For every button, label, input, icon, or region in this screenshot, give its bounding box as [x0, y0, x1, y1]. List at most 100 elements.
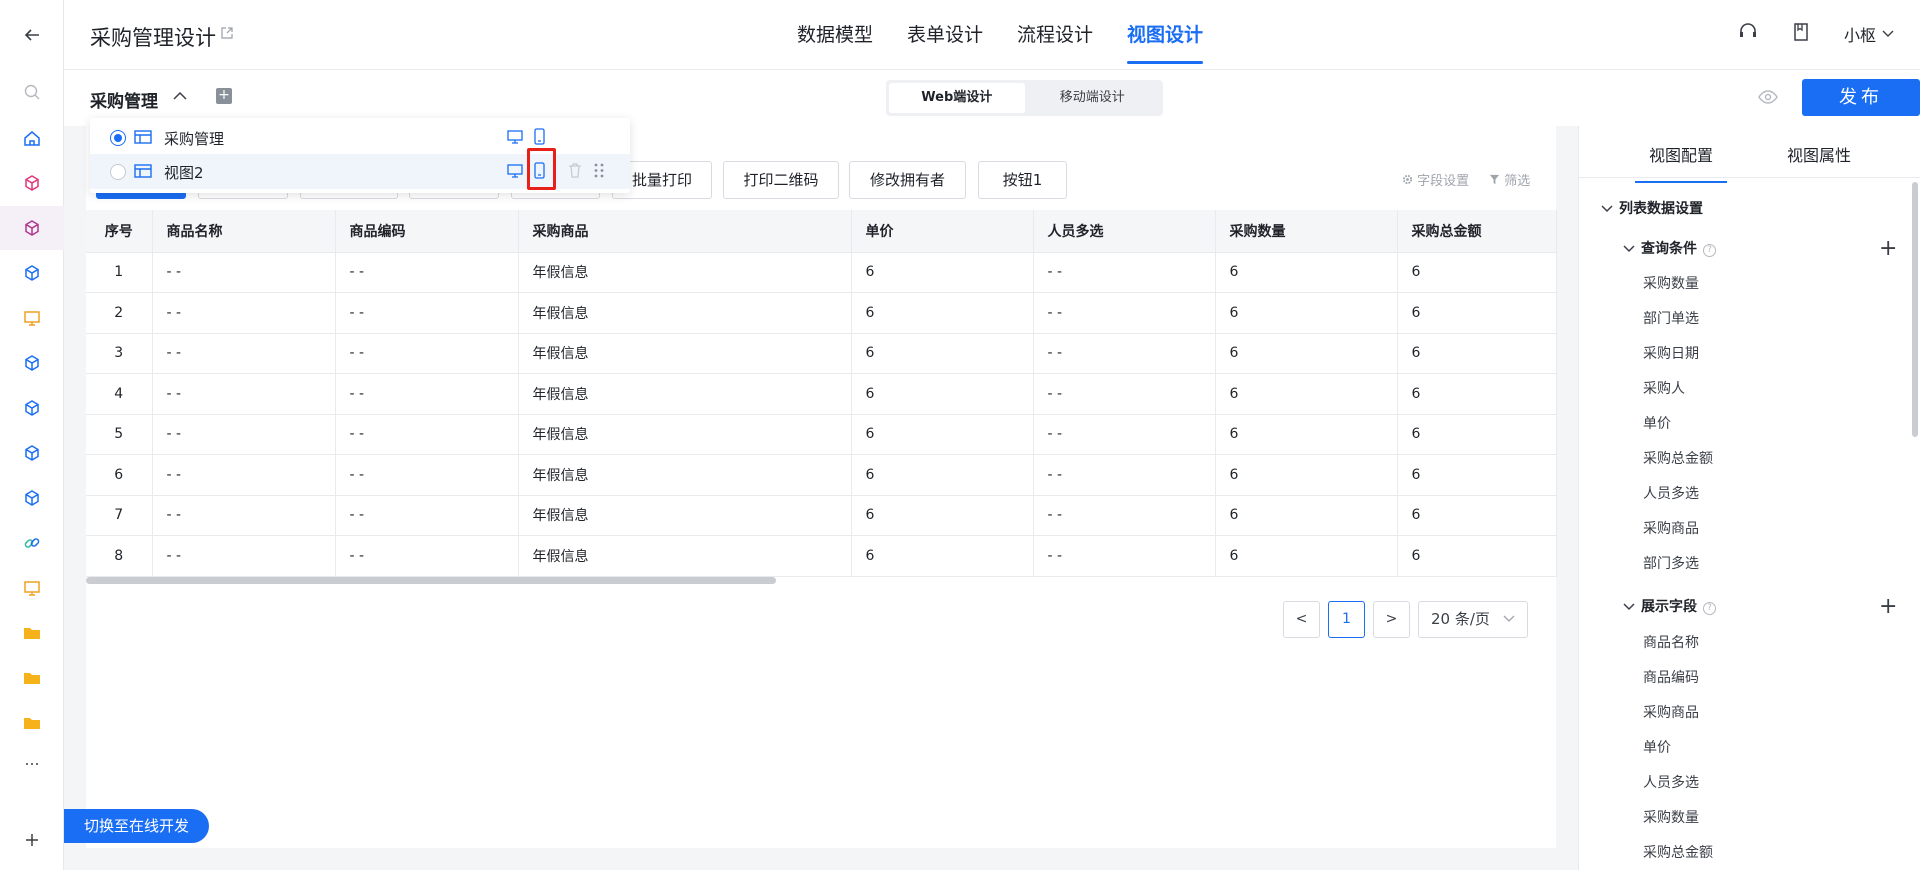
monitor-icon[interactable] — [0, 566, 64, 610]
view-radio[interactable] — [110, 130, 126, 146]
chevron-up-icon[interactable] — [172, 88, 188, 108]
field-list-item[interactable]: 采购数量 — [1643, 273, 1699, 293]
table-row[interactable]: 2- -- - 年假信息 6- -66 — [86, 292, 1557, 334]
field-list-item[interactable]: 单价 — [1643, 737, 1671, 757]
cube-icon[interactable] — [0, 476, 64, 520]
desktop-icon[interactable] — [507, 164, 523, 182]
field-list-item[interactable]: 采购商品 — [1643, 518, 1699, 538]
user-menu[interactable]: 小枢 — [1844, 22, 1894, 46]
vertical-scrollbar[interactable] — [1912, 182, 1918, 437]
field-list-item[interactable]: 采购总金额 — [1643, 448, 1713, 468]
field-list-item[interactable]: 商品名称 — [1643, 632, 1699, 652]
trash-icon[interactable] — [568, 163, 582, 182]
field-list-item[interactable]: 商品编码 — [1643, 667, 1699, 687]
help-icon[interactable]: ? — [1703, 244, 1716, 257]
button-1[interactable]: 按钮1 — [978, 161, 1067, 199]
filter-link[interactable]: 筛选 — [1489, 170, 1530, 189]
cube-icon[interactable] — [0, 206, 64, 250]
tab-data-model[interactable]: 数据模型 — [780, 0, 890, 70]
print-qrcode-button[interactable]: 打印二维码 — [723, 161, 839, 199]
mobile-design-tab[interactable]: 移动端设计 — [1025, 83, 1161, 113]
tab-form-design[interactable]: 表单设计 — [890, 0, 1000, 70]
page-size-select[interactable]: 20 条/页 — [1418, 601, 1528, 638]
table-cell: - - — [1033, 535, 1216, 577]
field-list-item[interactable]: 单价 — [1643, 413, 1671, 433]
plus-icon[interactable] — [0, 818, 64, 862]
tab-view-config[interactable]: 视图配置 — [1634, 142, 1728, 183]
column-header[interactable]: 序号 — [86, 210, 153, 253]
page-number-button[interactable]: 1 — [1328, 601, 1365, 638]
list-data-settings[interactable]: 列表数据设置 — [1601, 198, 1703, 218]
field-list-item[interactable]: 采购日期 — [1643, 343, 1699, 363]
tab-view-design[interactable]: 视图设计 — [1110, 0, 1220, 70]
horizontal-scrollbar[interactable] — [86, 577, 776, 584]
back-arrow-icon[interactable] — [0, 13, 64, 57]
change-owner-button[interactable]: 修改拥有者 — [849, 161, 966, 199]
view-name: 视图2 — [164, 164, 204, 182]
document-icon[interactable] — [1792, 22, 1810, 46]
field-list-item[interactable]: 采购人 — [1643, 378, 1685, 398]
home-icon[interactable] — [0, 116, 64, 160]
more-icon[interactable] — [0, 740, 64, 784]
table-row[interactable]: 6- -- - 年假信息 6- -66 — [86, 454, 1557, 496]
column-header[interactable]: 商品名称 — [152, 210, 336, 253]
column-header[interactable]: 人员多选 — [1033, 210, 1216, 253]
monitor-icon[interactable] — [0, 296, 64, 340]
search-icon[interactable] — [0, 70, 64, 114]
field-list-item[interactable]: 采购数量 — [1643, 807, 1699, 827]
add-view-button[interactable]: + — [216, 88, 232, 104]
query-conditions-section[interactable]: 查询条件? — [1623, 238, 1716, 258]
cube-icon[interactable] — [0, 431, 64, 475]
field-list-item[interactable]: 人员多选 — [1643, 483, 1699, 503]
column-header[interactable]: 采购数量 — [1215, 210, 1398, 253]
cube-icon[interactable] — [0, 386, 64, 430]
next-page-button[interactable]: > — [1373, 601, 1410, 638]
add-query-plus-icon[interactable]: + — [1879, 238, 1897, 260]
table-row[interactable]: 1- -- - 年假信息 6- -66 — [86, 252, 1557, 293]
add-display-plus-icon[interactable]: + — [1879, 596, 1897, 618]
column-header[interactable]: 单价 — [851, 210, 1034, 253]
field-settings-link[interactable]: 字段设置 — [1402, 170, 1469, 189]
table-row[interactable]: 5- -- - 年假信息 6- -66 — [86, 414, 1557, 455]
folder-icon[interactable] — [0, 656, 64, 700]
help-icon[interactable]: ? — [1703, 602, 1716, 615]
link-icon[interactable] — [0, 521, 64, 565]
headset-icon[interactable] — [1738, 22, 1758, 46]
display-fields-section[interactable]: 展示字段? — [1623, 596, 1716, 616]
view-radio[interactable] — [110, 164, 126, 180]
tab-view-properties[interactable]: 视图属性 — [1787, 142, 1851, 166]
table-row[interactable]: 3- -- - 年假信息 6- -66 — [86, 333, 1557, 374]
table-row[interactable]: 7- -- - 年假信息 6- -66 — [86, 495, 1557, 536]
current-view-title[interactable]: 采购管理 — [90, 87, 158, 112]
cube-icon[interactable] — [0, 161, 64, 205]
prev-page-button[interactable]: < — [1283, 601, 1320, 638]
field-list-item[interactable]: 采购商品 — [1643, 702, 1699, 722]
field-list-item[interactable]: 部门多选 — [1643, 553, 1699, 573]
table-cell: 6 — [1215, 333, 1398, 374]
mobile-icon[interactable] — [534, 128, 545, 149]
field-list-item[interactable]: 部门单选 — [1643, 308, 1699, 328]
column-header[interactable]: 采购商品 — [518, 210, 852, 253]
drag-handle-icon[interactable] — [594, 163, 604, 182]
switch-online-dev-button[interactable]: 切换至在线开发 — [64, 809, 209, 843]
table-cell: - - — [152, 292, 336, 334]
publish-button[interactable]: 发布 — [1802, 79, 1920, 116]
folder-icon[interactable] — [0, 611, 64, 655]
header-tools: 小枢 — [1738, 22, 1894, 46]
tab-flow-design[interactable]: 流程设计 — [1000, 0, 1110, 70]
column-header[interactable]: 采购总金额 — [1397, 210, 1557, 253]
field-list-item[interactable]: 采购总金额 — [1643, 842, 1713, 862]
query-title: 查询条件 — [1641, 241, 1697, 257]
column-header[interactable]: 商品编码 — [335, 210, 519, 253]
table-row[interactable]: 8- -- - 年假信息 6- -66 — [86, 535, 1557, 577]
table-cell: - - — [1033, 333, 1216, 374]
field-list-item[interactable]: 人员多选 — [1643, 772, 1699, 792]
cube-icon[interactable] — [0, 251, 64, 295]
table-row[interactable]: 4- -- - 年假信息 6- -66 — [86, 373, 1557, 415]
web-design-tab[interactable]: Web端设计 — [889, 83, 1025, 113]
folder-icon[interactable] — [0, 701, 64, 745]
desktop-icon[interactable] — [507, 130, 523, 148]
eye-icon[interactable] — [1758, 90, 1778, 108]
external-link-icon[interactable] — [220, 26, 234, 44]
cube-icon[interactable] — [0, 341, 64, 385]
